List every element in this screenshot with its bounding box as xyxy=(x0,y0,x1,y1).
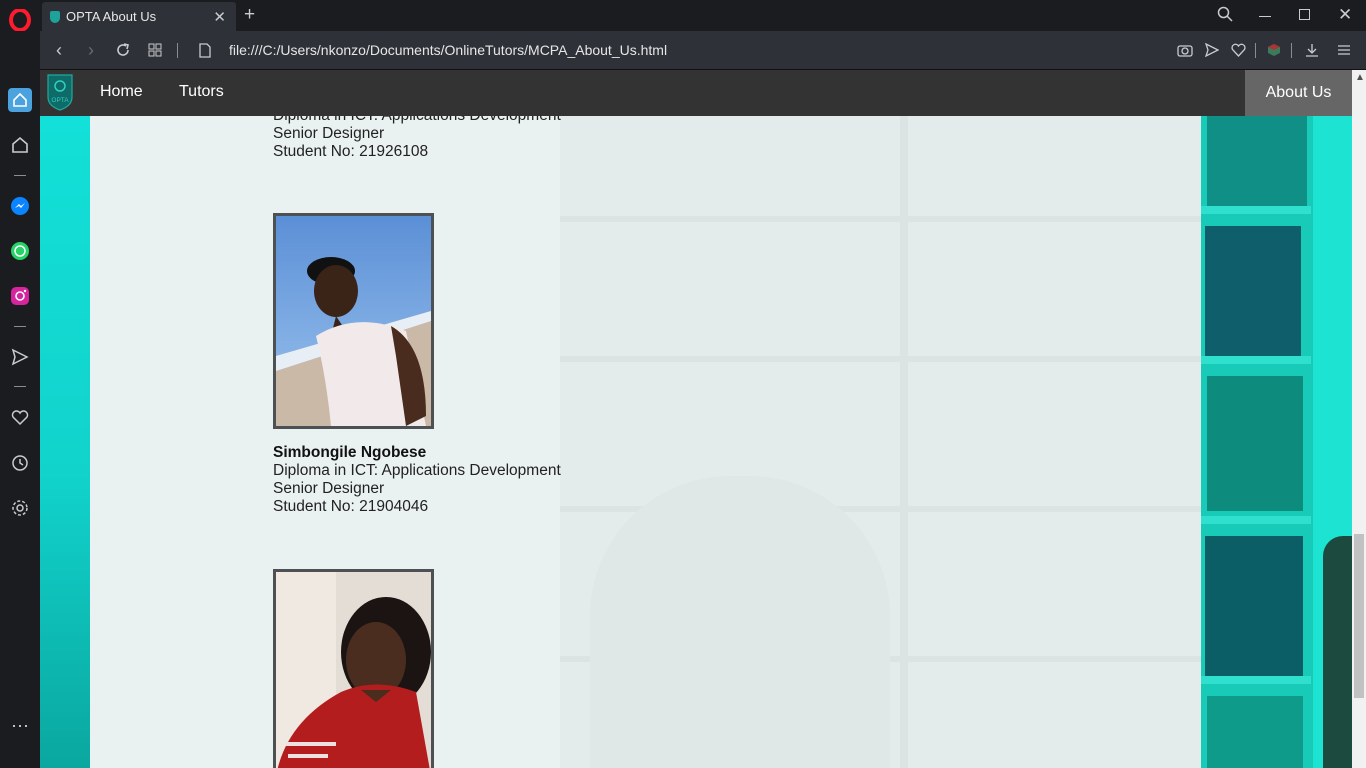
history-clock-icon[interactable] xyxy=(8,451,32,475)
sidebar-divider xyxy=(14,386,26,387)
member-photo xyxy=(273,213,434,429)
reload-icon[interactable] xyxy=(112,39,134,61)
page-info-icon[interactable] xyxy=(194,39,216,61)
forward-icon[interactable]: › xyxy=(80,39,102,61)
page-scrollbar[interactable]: ▲ xyxy=(1352,70,1366,768)
search-tabs-icon[interactable] xyxy=(1217,6,1233,27)
member-name: Simbongile Ngobese xyxy=(273,444,427,461)
restore-icon[interactable] xyxy=(1299,9,1310,20)
scroll-up-arrow-icon[interactable]: ▲ xyxy=(1355,72,1365,83)
snapshot-camera-icon[interactable] xyxy=(1174,39,1196,61)
nav-home[interactable]: Home xyxy=(100,83,143,101)
download-icon[interactable] xyxy=(1301,39,1323,61)
member-details: Simbongile Ngobese Diploma in ICT: Appli… xyxy=(273,444,561,516)
bookmark-heart-icon[interactable] xyxy=(1227,39,1249,61)
nav-tutors[interactable]: Tutors xyxy=(179,83,224,101)
background-image-right xyxy=(1201,116,1352,768)
tab-opta-about-us[interactable]: OPTA About Us ✕ xyxy=(42,2,236,31)
speed-dial-icon[interactable] xyxy=(8,133,32,157)
heart-icon[interactable] xyxy=(8,406,32,430)
background-image-left xyxy=(40,116,90,768)
close-tab-icon[interactable]: ✕ xyxy=(213,8,226,26)
address-divider xyxy=(1291,43,1292,58)
member-student-no: Student No: 21904046 xyxy=(273,498,429,515)
tab-bar: OPTA About Us ✕ + ✕ xyxy=(40,0,1366,31)
site-navbar: OPTA Home Tutors About Us xyxy=(40,70,1352,116)
member-student-no: Student No: 21926108 xyxy=(273,143,429,160)
member-role: Senior Designer xyxy=(273,480,385,497)
svg-text:OPTA: OPTA xyxy=(51,97,69,104)
gear-icon[interactable] xyxy=(8,496,32,520)
address-bar: ‹ › file:///C:/Users/nkonzo/Documents/On… xyxy=(40,31,1366,70)
opta-logo[interactable]: OPTA xyxy=(46,73,74,111)
tab-title: OPTA About Us xyxy=(66,9,157,24)
url-field[interactable]: file:///C:/Users/nkonzo/Documents/Online… xyxy=(229,42,667,58)
easy-setup-menu-icon[interactable] xyxy=(1333,39,1355,61)
sidebar-divider xyxy=(14,175,26,176)
flow-send-icon[interactable] xyxy=(8,345,32,369)
more-options-icon[interactable]: ⋯ xyxy=(8,714,32,738)
page-viewport: Diploma in ICT: Applications Development… xyxy=(40,70,1352,768)
home-icon[interactable] xyxy=(8,88,32,112)
minimize-icon[interactable] xyxy=(1259,16,1271,17)
address-divider xyxy=(177,43,178,58)
member-qualification: Diploma in ICT: Applications Development xyxy=(273,462,561,479)
messenger-icon[interactable] xyxy=(8,194,32,218)
extension-cube-icon[interactable] xyxy=(1263,39,1285,61)
member-qualification: Diploma in ICT: Applications Development xyxy=(273,116,561,125)
nav-about-us[interactable]: About Us xyxy=(1245,70,1352,116)
member-role: Senior Designer xyxy=(273,125,385,142)
new-tab-icon[interactable]: + xyxy=(244,4,255,26)
member-photo xyxy=(273,569,434,768)
sidebar-divider xyxy=(14,326,26,327)
scrollbar-thumb[interactable] xyxy=(1354,534,1364,698)
tab-grid-icon[interactable] xyxy=(144,39,166,61)
opera-logo-icon[interactable] xyxy=(8,8,32,32)
send-to-flow-icon[interactable] xyxy=(1201,39,1223,61)
whatsapp-icon[interactable] xyxy=(8,239,32,263)
browser-sidebar: ⋯ xyxy=(0,0,40,768)
back-icon[interactable]: ‹ xyxy=(48,39,70,61)
close-window-icon[interactable]: ✕ xyxy=(1338,5,1352,25)
instagram-icon[interactable] xyxy=(8,284,32,308)
tab-favicon-icon xyxy=(50,10,60,23)
member-details: Diploma in ICT: Applications Development… xyxy=(273,116,561,161)
about-us-content: Diploma in ICT: Applications Development… xyxy=(90,116,1201,768)
address-divider xyxy=(1255,43,1256,58)
